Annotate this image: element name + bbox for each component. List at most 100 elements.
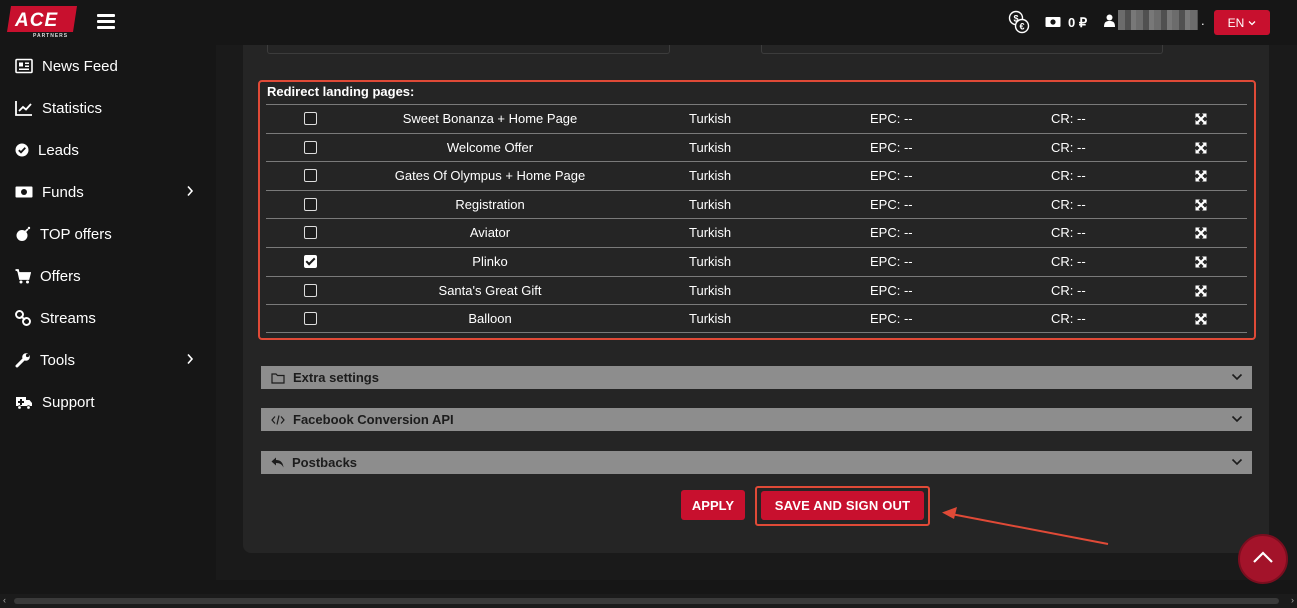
bomb-icon <box>16 226 31 241</box>
accordion-facebook-conversion-api[interactable]: Facebook Conversion API <box>261 408 1252 431</box>
scroll-left-icon[interactable]: ‹ <box>3 595 6 605</box>
user-icon <box>1104 14 1115 27</box>
landing-page-epc: EPC: -- <box>870 139 913 155</box>
landing-page-epc: EPC: -- <box>870 225 913 241</box>
landing-page-name: Registration <box>455 196 525 212</box>
landing-page-epc: EPC: -- <box>870 168 913 184</box>
user-name-suffix: . <box>1201 13 1205 28</box>
sidebar-item-label: Offers <box>40 267 81 285</box>
table-row: Sweet Bonanza + Home Page Turkish EPC: -… <box>266 104 1247 133</box>
form-input-right[interactable] <box>761 45 1163 54</box>
form-input-left[interactable] <box>267 45 670 54</box>
expand-icon[interactable] <box>1195 199 1207 211</box>
expand-icon[interactable] <box>1195 170 1207 182</box>
landing-pages-table: Sweet Bonanza + Home Page Turkish EPC: -… <box>266 104 1247 333</box>
scroll-right-icon[interactable]: › <box>1291 595 1294 605</box>
code-icon <box>271 414 285 425</box>
landing-page-epc: EPC: -- <box>870 111 913 126</box>
top-bar: ACE PARTNERS $ € 0 ₽ . EN <box>0 0 1297 45</box>
money-icon <box>15 186 33 198</box>
chevron-up-icon <box>1253 551 1273 563</box>
reply-icon <box>271 457 284 468</box>
landing-page-cr: CR: -- <box>1051 225 1086 241</box>
table-row: Santa's Great Gift Turkish EPC: -- CR: -… <box>266 275 1247 305</box>
landing-page-epc: EPC: -- <box>870 253 913 269</box>
user-name-redacted[interactable] <box>1118 10 1198 30</box>
accordion-postbacks[interactable]: Postbacks <box>261 451 1252 474</box>
landing-page-checkbox[interactable] <box>304 283 317 297</box>
sidebar-item-offers[interactable]: Offers <box>0 255 216 297</box>
expand-icon[interactable] <box>1195 256 1207 268</box>
landing-page-cr: CR: -- <box>1051 111 1086 126</box>
landing-page-checkbox[interactable] <box>304 140 317 154</box>
landing-page-language: Turkish <box>689 253 732 269</box>
save-and-sign-out-button[interactable]: SAVE AND SIGN OUT <box>761 491 924 520</box>
money-bill-icon <box>1045 17 1061 27</box>
sidebar-item-support[interactable]: Support <box>0 381 216 423</box>
annotation-arrow-icon <box>942 507 1109 545</box>
expand-icon[interactable] <box>1195 113 1207 125</box>
chevron-down-icon <box>1231 373 1243 381</box>
landing-page-checkbox[interactable] <box>304 226 317 240</box>
menu-toggle-button[interactable] <box>97 14 115 30</box>
balance-amount: 0 ₽ <box>1068 15 1088 30</box>
landing-page-language: Turkish <box>689 225 732 241</box>
table-row: Gates Of Olympus + Home Page Turkish EPC… <box>266 161 1247 190</box>
sidebar-item-funds[interactable]: Funds <box>0 171 216 213</box>
sidebar-item-label: Support <box>42 393 95 411</box>
sidebar-item-streams[interactable]: Streams <box>0 297 216 339</box>
landing-page-language: Turkish <box>689 139 732 155</box>
landing-page-checkbox[interactable] <box>304 169 317 183</box>
chevron-down-icon <box>1231 458 1243 466</box>
chevron-right-icon <box>187 353 194 365</box>
landing-page-epc: EPC: -- <box>870 196 913 212</box>
landing-page-name: Aviator <box>469 225 511 241</box>
sidebar-item-label: Tools <box>40 351 76 369</box>
scrollbar-thumb[interactable] <box>14 598 1279 604</box>
sidebar-item-label: Statistics <box>42 99 103 117</box>
newspaper-icon <box>15 58 33 74</box>
expand-icon[interactable] <box>1195 227 1207 239</box>
chevron-right-icon <box>187 185 194 197</box>
landing-page-cr: CR: -- <box>1051 196 1086 212</box>
landing-page-language: Turkish <box>689 111 732 126</box>
expand-icon[interactable] <box>1195 142 1207 154</box>
logo-subtext: PARTNERS <box>33 33 69 39</box>
accordion-extra-settings[interactable]: Extra settings <box>261 366 1252 389</box>
folder-icon <box>271 372 285 384</box>
landing-page-epc: EPC: -- <box>870 282 913 298</box>
sidebar-item-top-offers[interactable]: TOP offers <box>0 213 216 255</box>
currency-exchange-icon[interactable]: $ € <box>1007 10 1031 34</box>
expand-icon[interactable] <box>1195 313 1207 325</box>
landing-page-checkbox[interactable] <box>304 197 317 211</box>
landing-page-language: Turkish <box>689 311 732 327</box>
horizontal-scrollbar[interactable]: ‹ › <box>0 594 1297 608</box>
chevron-down-icon <box>1231 415 1243 423</box>
sidebar-item-news-feed[interactable]: News Feed <box>0 45 216 87</box>
landing-page-epc: EPC: -- <box>870 311 913 327</box>
scroll-to-top-button[interactable] <box>1238 534 1288 584</box>
accordion-label: Postbacks <box>292 455 358 470</box>
expand-icon[interactable] <box>1195 285 1207 297</box>
landing-page-checkbox[interactable] <box>304 312 317 326</box>
language-selector[interactable]: EN <box>1214 10 1270 35</box>
table-row: Aviator Turkish EPC: -- CR: -- <box>266 218 1247 247</box>
ambulance-icon <box>16 396 32 410</box>
ace-partners-logo[interactable]: ACE PARTNERS <box>7 6 77 39</box>
language-label: EN <box>1227 15 1245 30</box>
sidebar-item-statistics[interactable]: Statistics <box>0 87 216 129</box>
landing-page-name: Balloon <box>468 311 512 327</box>
table-row: Welcome Offer Turkish EPC: -- CR: -- <box>266 132 1247 162</box>
wrench-icon <box>15 353 30 368</box>
svg-text:€: € <box>1019 22 1024 32</box>
table-row: Registration Turkish EPC: -- CR: -- <box>266 189 1247 219</box>
landing-page-checkbox-checked[interactable] <box>304 254 317 268</box>
landing-page-name: Santa's Great Gift <box>438 282 542 298</box>
landing-page-checkbox[interactable] <box>304 112 317 125</box>
sidebar-item-leads[interactable]: Leads <box>0 129 216 171</box>
sidebar-item-tools[interactable]: Tools <box>0 339 216 381</box>
landing-page-language: Turkish <box>689 168 732 184</box>
apply-button[interactable]: APPLY <box>681 490 745 520</box>
sidebar-item-label: TOP offers <box>40 225 112 243</box>
sidebar-item-label: Leads <box>38 141 79 159</box>
